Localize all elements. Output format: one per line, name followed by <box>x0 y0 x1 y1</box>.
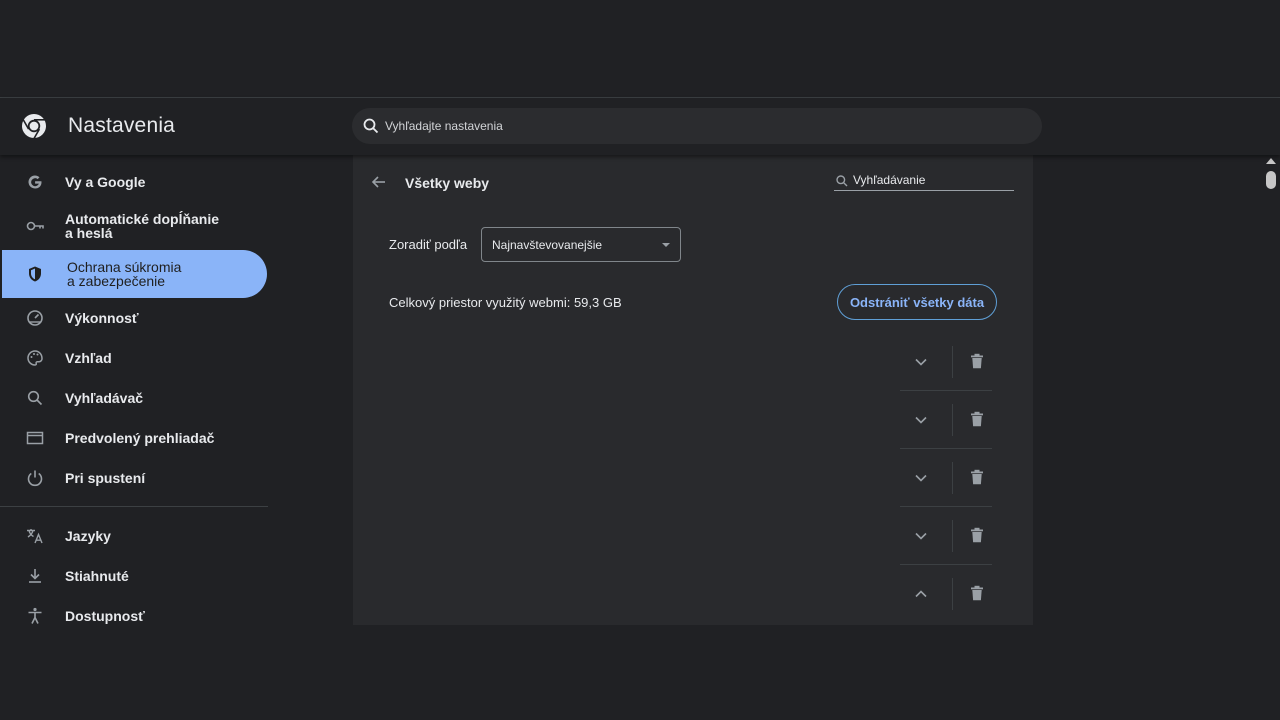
sidebar-item-default-browser[interactable]: Predvolený prehliadač <box>0 418 270 458</box>
chevron-down-icon[interactable] <box>911 526 931 546</box>
site-row <box>900 565 992 623</box>
sites-search-field[interactable] <box>834 171 1014 191</box>
trash-icon[interactable] <box>967 467 987 487</box>
power-icon <box>25 468 45 488</box>
settings-search-bar[interactable] <box>352 108 1042 144</box>
site-list <box>900 333 992 623</box>
site-row <box>900 333 992 391</box>
sidebar-item-label: Vzhľad <box>65 350 112 366</box>
sidebar-item-label: Automatické dopĺňanie a heslá <box>65 211 220 241</box>
sidebar-item-label: Ochrana súkromia a zabezpečenie <box>67 259 182 289</box>
trash-icon[interactable] <box>967 351 987 371</box>
sidebar-item-downloads[interactable]: Stiahnuté <box>0 556 270 596</box>
trash-icon[interactable] <box>967 409 987 429</box>
site-row <box>900 507 992 565</box>
sidebar-item-accessibility[interactable]: Dostupnosť <box>0 596 270 636</box>
sidebar-item-label: Vyhľadávač <box>65 390 144 406</box>
site-row <box>900 449 992 507</box>
settings-header: Nastavenia <box>0 98 1280 155</box>
palette-icon <box>25 348 45 368</box>
row-divider <box>952 346 953 378</box>
sidebar-item-label: Pri spustení <box>65 470 146 486</box>
accessibility-icon <box>25 606 45 626</box>
site-row <box>900 391 992 449</box>
sidebar-item-autofill[interactable]: Automatické dopĺňanie a heslá <box>0 202 270 250</box>
sidebar-item-you-and-google[interactable]: Vy a Google <box>0 162 270 202</box>
sort-label: Zoradiť podľa <box>389 237 468 252</box>
sidebar-nav: Vy a Google Automatické dopĺňanie a hesl… <box>0 162 270 636</box>
page-title: Nastavenia <box>68 114 176 137</box>
top-blank-area <box>0 0 1280 97</box>
speedometer-icon <box>25 308 45 328</box>
sidebar-item-label: Dostupnosť <box>65 608 145 624</box>
sidebar-divider <box>0 506 268 507</box>
sidebar-item-label: Stiahnuté <box>65 568 129 584</box>
storage-usage-text: Celkový priestor využitý webmi: 59,3 GB <box>389 295 622 310</box>
sidebar-item-label: Predvolený prehliadač <box>65 430 215 446</box>
sidebar-item-privacy-security[interactable]: Ochrana súkromia a zabezpečenie <box>2 250 267 298</box>
translate-icon <box>25 526 45 546</box>
search-icon <box>363 118 379 134</box>
settings-search-input[interactable] <box>385 108 1025 144</box>
panel-title: Všetky weby <box>405 175 490 191</box>
clear-all-data-button[interactable]: Odstrániť všetky dáta <box>837 284 997 320</box>
row-divider <box>952 462 953 494</box>
browser-window-icon <box>25 428 45 448</box>
sort-selected-value: Najnavštevovanejšie <box>492 238 603 252</box>
chevron-down-icon[interactable] <box>911 352 931 372</box>
sidebar-item-label: Vy a Google <box>65 174 146 190</box>
sidebar-item-appearance[interactable]: Vzhľad <box>0 338 270 378</box>
all-sites-panel: Všetky weby Zoradiť podľa Najnavštevovan… <box>353 155 1033 625</box>
back-arrow-icon[interactable] <box>369 172 389 192</box>
sidebar-item-performance[interactable]: Výkonnosť <box>0 298 270 338</box>
sidebar-item-label: Výkonnosť <box>65 310 139 326</box>
row-divider <box>952 520 953 552</box>
search-icon <box>25 388 45 408</box>
sidebar-item-on-startup[interactable]: Pri spustení <box>0 458 270 498</box>
shield-icon <box>25 264 45 284</box>
sidebar-item-languages[interactable]: Jazyky <box>0 516 270 556</box>
chevron-down-icon[interactable] <box>911 410 931 430</box>
sidebar-item-label: Jazyky <box>65 528 111 544</box>
chevron-up-icon[interactable] <box>911 584 931 604</box>
sort-dropdown[interactable]: Najnavštevovanejšie <box>481 227 681 262</box>
scroll-up-arrow[interactable] <box>1266 158 1276 164</box>
dropdown-caret-icon <box>662 243 670 247</box>
trash-icon[interactable] <box>967 583 987 603</box>
trash-icon[interactable] <box>967 525 987 545</box>
scrollbar-thumb[interactable] <box>1266 171 1276 189</box>
key-icon <box>25 216 45 236</box>
google-g-icon <box>25 172 45 192</box>
search-icon <box>836 175 848 187</box>
sidebar-item-search-engine[interactable]: Vyhľadávač <box>0 378 270 418</box>
row-divider <box>952 578 953 610</box>
row-divider <box>952 404 953 436</box>
sites-search-input[interactable] <box>853 171 1011 189</box>
chevron-down-icon[interactable] <box>911 468 931 488</box>
chrome-logo-icon <box>22 114 46 139</box>
download-icon <box>25 566 45 586</box>
